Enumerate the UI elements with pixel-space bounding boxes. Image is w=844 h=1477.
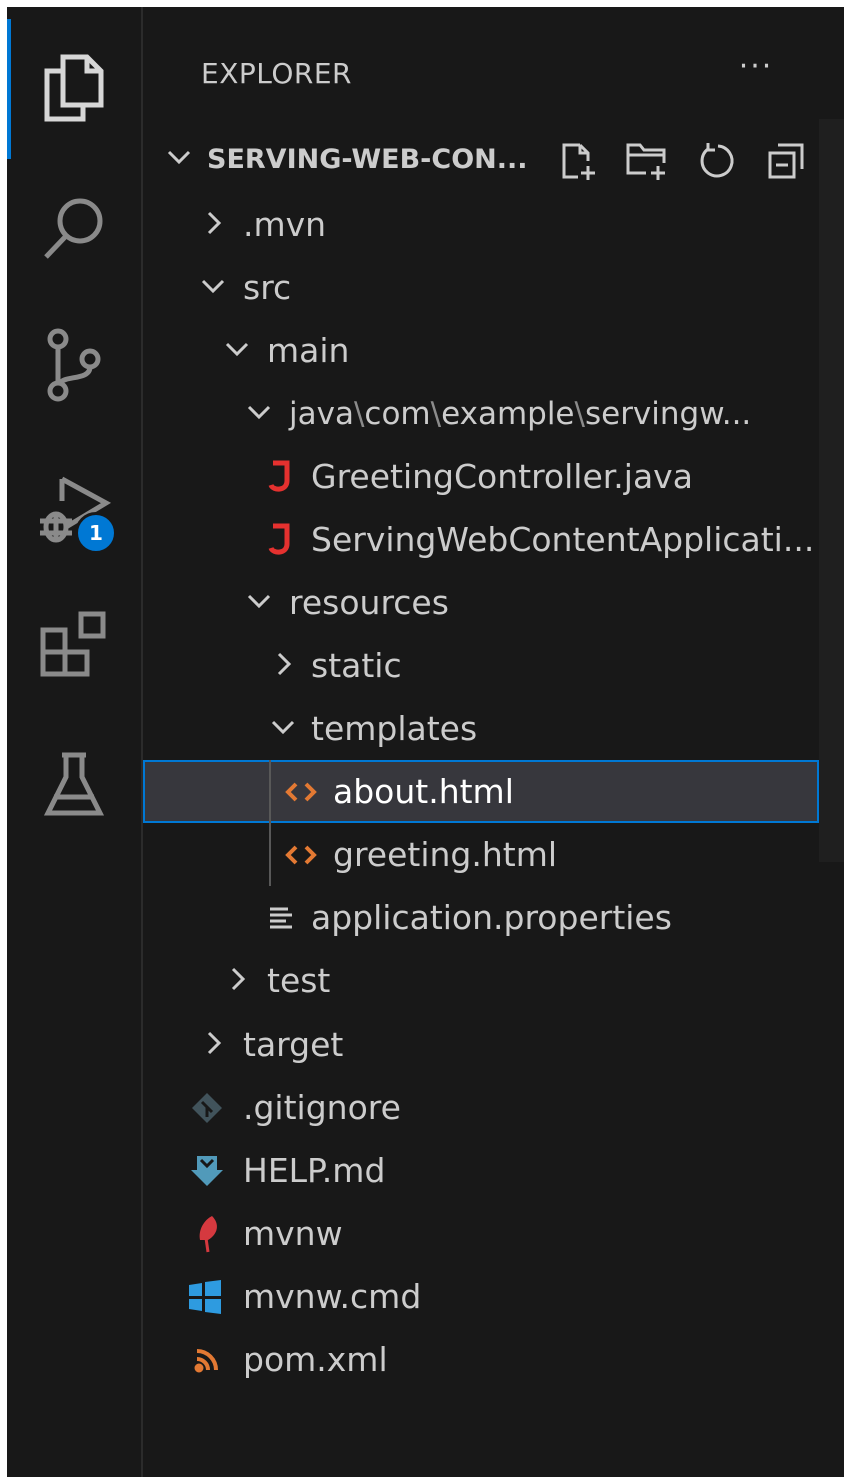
extensions-icon[interactable] [34,605,114,685]
tree-folder-src[interactable]: src [143,256,819,319]
path-segment[interactable]: com [364,396,430,432]
collapse-all-icon[interactable] [761,135,811,187]
vscode-window: 1 EXPLORER ··· SERVING-WEB-CON... .mvn s… [7,7,844,1477]
tree-file-help-md[interactable]: HELP.md [143,1139,819,1202]
feather-file-icon [189,1214,225,1254]
tree-label: src [243,268,292,307]
chevron-down-icon [269,713,297,741]
tree-label: pom.xml [243,1340,388,1379]
path-separator: \ [574,396,585,432]
tree-folder-target[interactable]: target [143,1013,819,1076]
chevron-down-icon [163,141,195,177]
refresh-icon[interactable] [693,135,743,187]
tree-label: HELP.md [243,1151,386,1190]
chevron-down-icon [245,398,273,426]
tree-file-greeting-html[interactable]: greeting.html [143,823,819,886]
chevron-right-icon [269,650,297,678]
tree-folder-templates[interactable]: templates [143,697,819,760]
tree-label: templates [311,709,478,748]
chevron-right-icon [223,965,251,993]
settings-file-icon [263,898,299,938]
tree-label: about.html [333,772,514,811]
tree-label: GreetingController.java [311,457,693,496]
tree-folder-main[interactable]: main [143,319,819,382]
tree-label: test [267,961,331,1000]
git-file-icon [189,1088,225,1128]
editor-edge [819,7,844,1477]
path-segment[interactable]: java [289,396,354,432]
explorer-title: EXPLORER [201,57,352,90]
new-folder-icon[interactable] [623,135,673,187]
chevron-right-icon [199,1029,227,1057]
tree-folder-test[interactable]: test [143,949,819,1012]
tree-label: mvnw [243,1214,343,1253]
path-segment[interactable]: servingw... [585,396,751,432]
tree-label: resources [289,583,449,622]
tree-folder-java-path[interactable]: java\com\example\servingw... [143,382,819,445]
tree-label: target [243,1025,344,1064]
tree-file-serving-app[interactable]: ServingWebContentApplicati... [143,508,819,571]
tree-folder-mvn[interactable]: .mvn [143,193,819,256]
tree-file-gitignore[interactable]: .gitignore [143,1076,819,1139]
tree-label: .gitignore [243,1088,401,1127]
more-actions-button[interactable]: ··· [731,52,781,97]
tree-label: application.properties [311,898,672,937]
source-control-icon[interactable] [34,325,114,405]
path-segment[interactable]: example [441,396,574,432]
tree-file-pom-xml[interactable]: pom.xml [143,1328,819,1391]
chevron-down-icon [199,272,227,300]
indent-guide [269,760,271,886]
tree-label: mvnw.cmd [243,1277,422,1316]
html-file-icon [283,835,319,875]
workspace-section-header[interactable]: SERVING-WEB-CON... [153,135,813,191]
path-separator: \ [430,396,442,432]
tree-label: ServingWebContentApplicati... [311,520,815,559]
windows-file-icon [187,1277,223,1317]
debug-badge: 1 [75,512,117,554]
activity-bar: 1 [7,7,143,1477]
active-indicator [7,19,11,159]
html-file-icon [283,772,319,812]
markdown-file-icon [189,1151,225,1191]
path-separator: \ [353,396,365,432]
tree-label: .mvn [243,205,327,244]
tree-label: main [267,331,350,370]
explorer-icon[interactable] [34,47,114,127]
chevron-right-icon [199,209,227,237]
tree-folder-resources[interactable]: resources [143,571,819,634]
tree-file-application-properties[interactable]: application.properties [143,886,819,949]
tree-label: static [311,646,402,685]
workspace-title: SERVING-WEB-CON... [207,144,528,175]
explorer-sidebar: EXPLORER ··· SERVING-WEB-CON... .mvn src… [143,7,819,1477]
java-file-icon [261,457,297,497]
tree-file-about-html[interactable]: about.html [143,760,819,823]
tree-file-mvnw-cmd[interactable]: mvnw.cmd [143,1265,819,1328]
search-icon[interactable] [34,187,114,267]
tree-file-mvnw[interactable]: mvnw [143,1202,819,1265]
new-file-icon[interactable] [553,135,603,187]
tree-label: greeting.html [333,835,558,874]
testing-icon[interactable] [34,745,114,825]
tree-folder-static[interactable]: static [143,634,819,697]
chevron-down-icon [223,335,251,363]
tree-file-greeting-controller[interactable]: GreetingController.java [143,445,819,508]
compact-path-label: java\com\example\servingw... [289,394,751,434]
java-file-icon [261,520,297,560]
chevron-down-icon [245,587,273,615]
rss-file-icon [189,1340,225,1380]
